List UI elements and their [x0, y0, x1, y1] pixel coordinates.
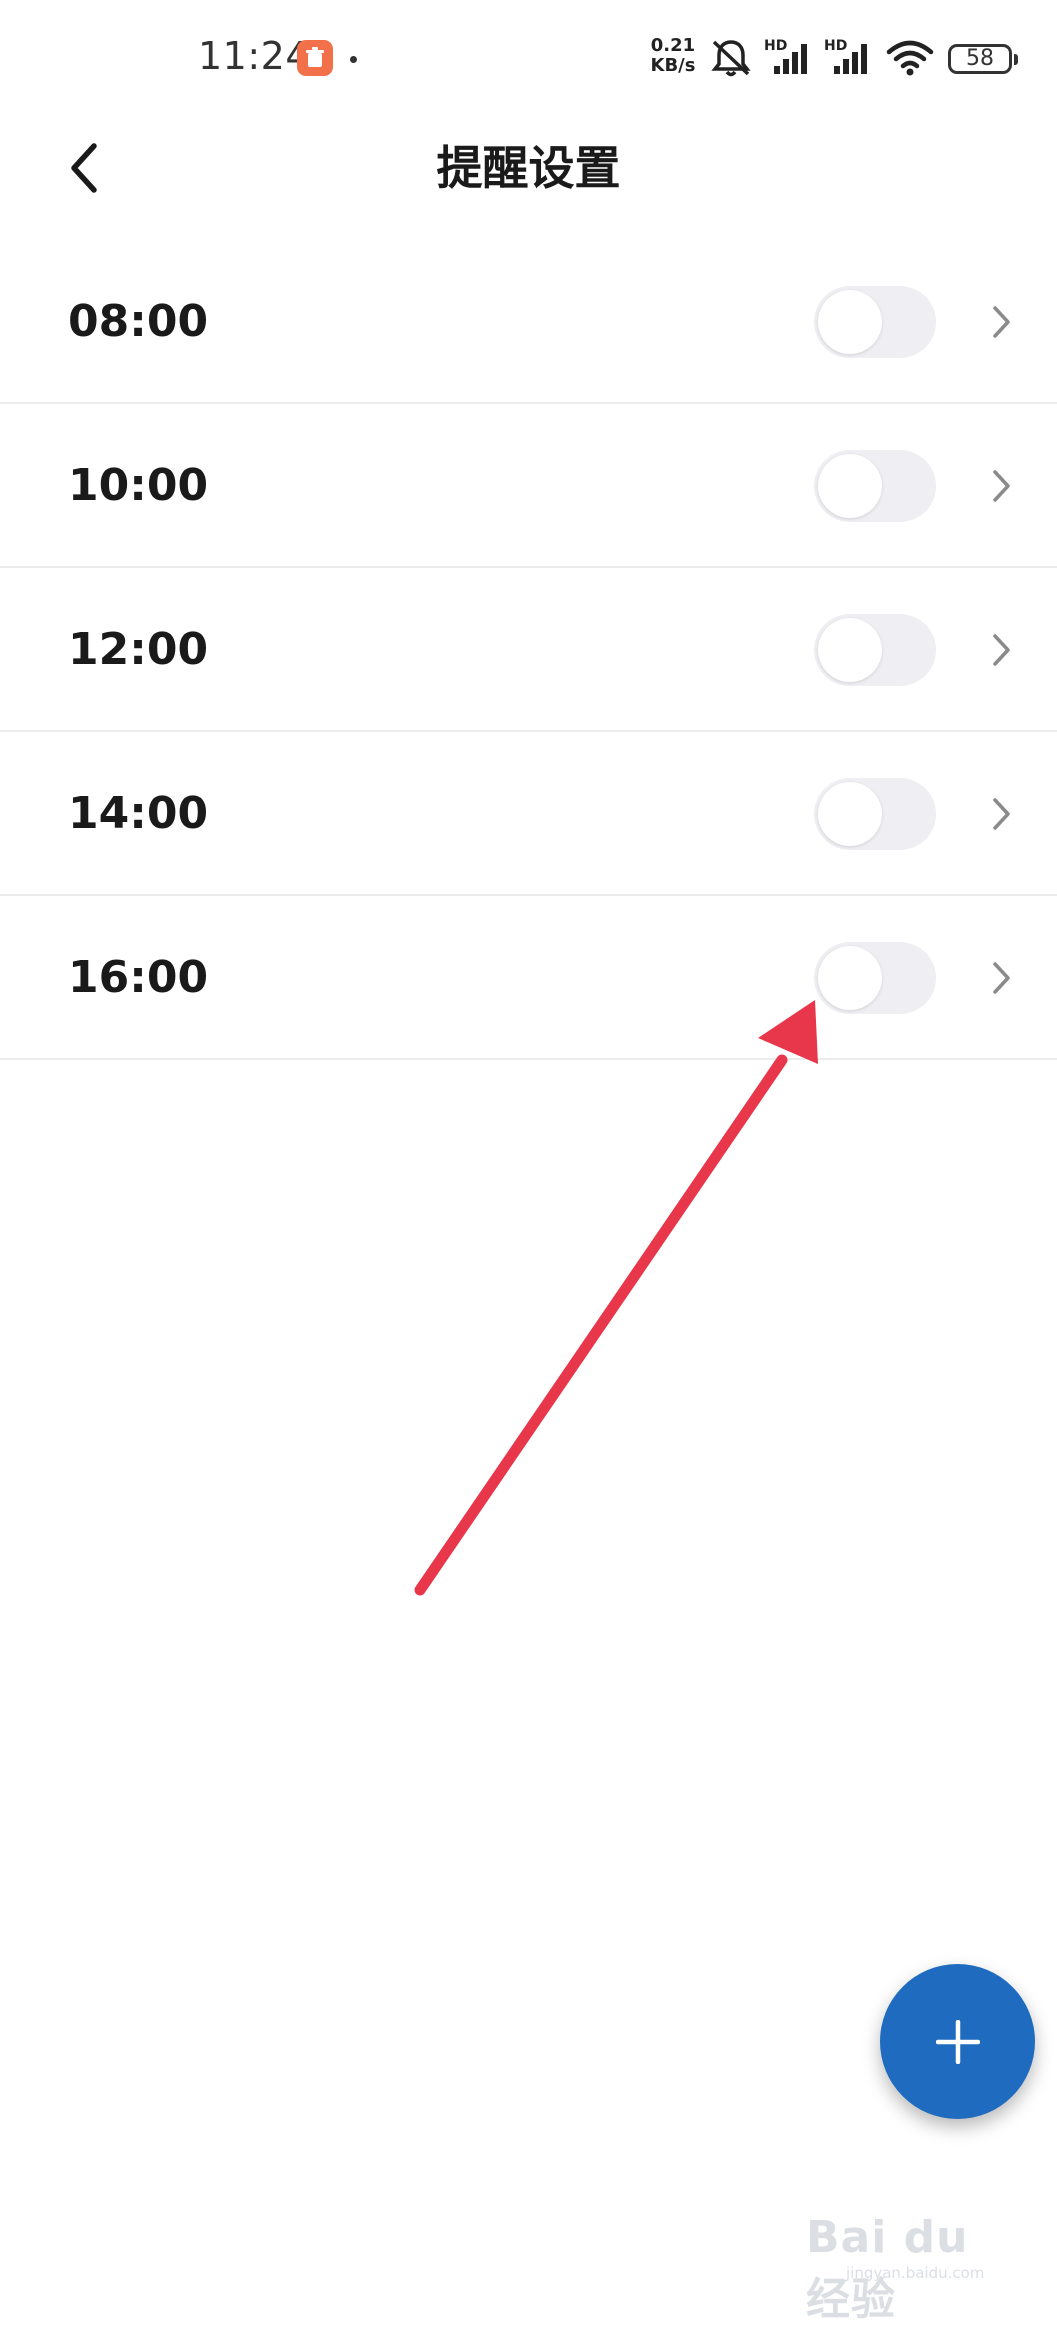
plus-icon — [936, 2020, 980, 2064]
annotation-arrow — [414, 1000, 818, 1596]
baidu-watermark: Bai du 经验 jingyan.baidu.com — [806, 2180, 1006, 2325]
add-reminder-button[interactable] — [880, 1964, 1035, 2119]
watermark-site: jingyan.baidu.com — [846, 2264, 985, 2282]
